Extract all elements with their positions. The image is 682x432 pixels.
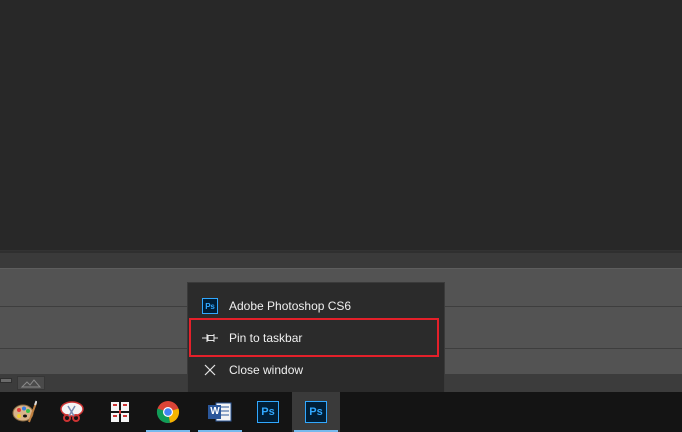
taskbar-chrome-app[interactable] <box>144 392 192 432</box>
grid-app-icon <box>111 402 129 422</box>
photoshop-icon: Ps <box>202 298 218 314</box>
zoom-slider-handle[interactable] <box>0 378 12 383</box>
taskbar-word-app[interactable]: W <box>196 392 244 432</box>
jumplist-app-title[interactable]: Ps Adobe Photoshop CS6 <box>188 291 444 321</box>
taskbar-snipping-app[interactable] <box>48 392 96 432</box>
chrome-icon <box>156 401 180 423</box>
mountain-icon <box>21 379 41 388</box>
close-icon <box>202 362 218 378</box>
taskbar-grid-app[interactable] <box>96 392 144 432</box>
pin-to-taskbar-item[interactable]: Pin to taskbar <box>188 323 444 353</box>
zoom-mountain-button[interactable] <box>17 376 45 390</box>
scissors-icon <box>60 401 84 422</box>
taskbar-palette-app[interactable] <box>0 392 48 432</box>
photoshop-icon: Ps <box>305 401 327 423</box>
pin-icon <box>202 330 218 346</box>
word-icon: W <box>208 401 232 423</box>
close-window-item[interactable]: Close window <box>188 355 444 385</box>
photoshop-workspace <box>0 0 682 250</box>
close-window-label: Close window <box>229 363 304 377</box>
taskbar-photoshop-app[interactable]: Ps <box>244 392 292 432</box>
taskbar: W Ps Ps <box>0 392 682 432</box>
taskbar-jump-list: Ps Adobe Photoshop CS6 Pin to taskbar Cl… <box>187 282 445 392</box>
taskbar-photoshop-active[interactable]: Ps <box>292 392 340 432</box>
palette-icon <box>12 400 37 423</box>
jumplist-app-title-label: Adobe Photoshop CS6 <box>229 299 352 313</box>
panel-header <box>0 253 682 268</box>
pin-to-taskbar-label: Pin to taskbar <box>229 331 303 345</box>
photoshop-icon: Ps <box>257 401 279 423</box>
